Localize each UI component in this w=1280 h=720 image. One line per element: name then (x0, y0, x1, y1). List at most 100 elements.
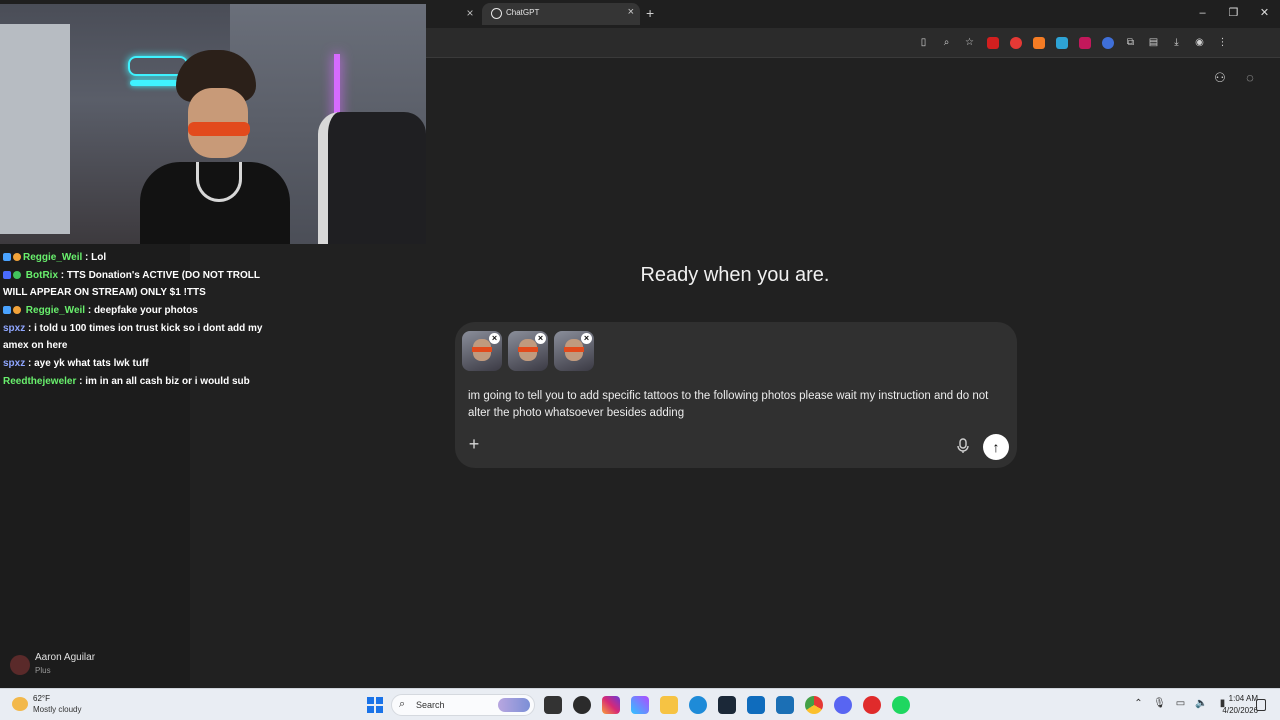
minimize-button[interactable]: – (1187, 0, 1218, 28)
discord-icon[interactable] (834, 696, 852, 714)
search-icon: ⌕ (399, 698, 406, 710)
zoom-icon[interactable]: ⌕ (939, 35, 954, 50)
profile-icon[interactable]: ◉ (1192, 35, 1207, 50)
weather-icon (12, 697, 28, 711)
obs-icon[interactable] (573, 696, 591, 714)
clock-date: 4/20/2026 (1222, 706, 1258, 715)
attachment-thumbnail[interactable]: × (554, 331, 594, 371)
webcam-door (0, 24, 70, 234)
extension-blue-icon[interactable] (1054, 35, 1069, 50)
prompt-input[interactable]: im going to tell you to add specific tat… (468, 388, 998, 422)
task-view-icon[interactable] (544, 696, 562, 714)
download-icon[interactable]: ⤓ (1169, 35, 1184, 50)
copilot-icon[interactable] (631, 696, 649, 714)
chat-message: Reggie_Weil : Lol (3, 249, 106, 266)
page-icon[interactable]: ▯ (916, 35, 931, 50)
extension-red-icon[interactable] (985, 35, 1000, 50)
badge-icon (3, 253, 11, 261)
streamer-glasses (188, 122, 250, 136)
instagram-icon[interactable] (602, 696, 620, 714)
attachment-thumbnail[interactable]: × (462, 331, 502, 371)
weather-temp: 62°F (33, 694, 50, 703)
chat-message: Reggie_Weil : deepfake your photos (3, 302, 198, 319)
app-red-icon[interactable] (863, 696, 881, 714)
chrome-icon[interactable] (805, 696, 823, 714)
taskbar-search[interactable]: ⌕ Search (391, 694, 535, 716)
close-window-button[interactable]: ✕ (1249, 0, 1280, 28)
profile-plan: Plus (35, 666, 51, 675)
toolbar-icons: ▯ ⌕ ☆ ⧉ ▤ ⤓ ◉ ⋮ (916, 35, 1230, 50)
store-icon[interactable] (747, 696, 765, 714)
chat-username[interactable]: BotRix (26, 270, 58, 281)
file-explorer-icon[interactable] (660, 696, 678, 714)
chat-username[interactable]: Reggie_Weil (26, 305, 85, 316)
start-tile (367, 706, 374, 713)
clock-time: 1:04 AM (1228, 694, 1258, 703)
chat-message: spxz : aye yk what tats lwk tuff (3, 355, 149, 372)
restore-button[interactable]: ❐ (1218, 0, 1249, 28)
chat-text: : Lol (82, 252, 107, 263)
chat-message: Reedthejeweler : im in an all cash biz o… (3, 373, 250, 390)
chat-username[interactable]: Reedthejeweler (3, 376, 76, 387)
clock[interactable]: 1:04 AM 4/20/2026 (1210, 693, 1258, 717)
add-attachment-button[interactable]: + (466, 435, 482, 453)
extension-orange-icon[interactable] (1031, 35, 1046, 50)
tab-chatgpt[interactable]: ChatGPT × (482, 3, 640, 25)
remove-attachment-icon[interactable]: × (535, 333, 546, 344)
chatgpt-favicon-icon (491, 8, 502, 19)
thumbnail-glasses (472, 347, 492, 352)
edge-icon[interactable] (689, 696, 707, 714)
chat-top-actions: ⚇ ◌ (1212, 70, 1258, 86)
chat-text: : aye yk what tats lwk tuff (25, 358, 149, 369)
webcam-overlay (0, 4, 426, 244)
windows-start-icon[interactable] (367, 697, 383, 713)
microphone-icon[interactable] (956, 438, 970, 454)
badge-icon (3, 271, 11, 279)
screen: × ChatGPT × + – ❐ ✕ ▯ ⌕ ☆ ⧉ ▤ ⤓ ◉ ⋮ ⚇ ◌ … (0, 0, 1280, 720)
address-bar[interactable] (430, 32, 910, 54)
bookmark-star-icon[interactable]: ☆ (962, 35, 977, 50)
add-person-icon[interactable]: ⚇ (1212, 70, 1228, 86)
tab-title: ChatGPT (506, 8, 540, 17)
search-highlight-icon (498, 698, 530, 712)
network-icon[interactable]: ▭ (1174, 697, 1187, 711)
chevron-up-icon[interactable]: ⌃ (1132, 697, 1145, 711)
temporary-chat-icon[interactable]: ◌ (1242, 70, 1258, 86)
volume-icon[interactable]: 🔈 (1195, 697, 1208, 711)
extension-shield-icon[interactable] (1008, 35, 1023, 50)
menu-dots-icon[interactable]: ⋮ (1215, 35, 1230, 50)
chat-message: spxz : i told u 100 times ion trust kick… (3, 320, 278, 354)
remove-attachment-icon[interactable]: × (581, 333, 592, 344)
chat-username[interactable]: Reggie_Weil (23, 252, 82, 263)
remove-attachment-icon[interactable]: × (489, 333, 500, 344)
notification-icon[interactable] (1256, 699, 1266, 711)
extensions-puzzle-icon[interactable]: ⧉ (1123, 35, 1138, 50)
prompt-composer[interactable]: × × × im going to tell you to add specif… (455, 322, 1017, 468)
steam-icon[interactable] (718, 696, 736, 714)
tab-close-icon[interactable]: × (628, 6, 634, 18)
taskbar-apps (544, 696, 910, 714)
badge-icon (13, 306, 21, 314)
badge-icon (13, 271, 21, 279)
chat-username[interactable]: spxz (3, 358, 25, 369)
extension-circle-icon[interactable] (1100, 35, 1115, 50)
chat-username[interactable]: spxz (3, 323, 25, 334)
account-menu[interactable]: Aaron Aguilar Plus (10, 652, 180, 678)
page-title: Ready when you are. (640, 264, 830, 286)
weather-widget[interactable]: 62°F Mostly cloudy (12, 693, 112, 717)
send-button[interactable]: ↑ (983, 434, 1009, 460)
microphone-tray-icon[interactable]: 🎙 (1153, 697, 1166, 711)
outlook-icon[interactable] (776, 696, 794, 714)
thumbnail-glasses (518, 347, 538, 352)
avatar (10, 655, 30, 675)
new-tab-button[interactable]: + (646, 5, 654, 21)
spotify-icon[interactable] (892, 696, 910, 714)
extension-multi-icon[interactable] (1077, 35, 1092, 50)
weather-desc: Mostly cloudy (33, 705, 82, 714)
chat-text: : i told u 100 times ion trust kick so i… (3, 323, 263, 351)
badge-icon (13, 253, 21, 261)
previous-tab-close-icon[interactable]: × (464, 6, 476, 20)
stream-chat: Reggie_Weil : Lol BotRix : TTS Donation'… (0, 244, 426, 688)
side-panel-icon[interactable]: ▤ (1146, 35, 1161, 50)
attachment-thumbnail[interactable]: × (508, 331, 548, 371)
